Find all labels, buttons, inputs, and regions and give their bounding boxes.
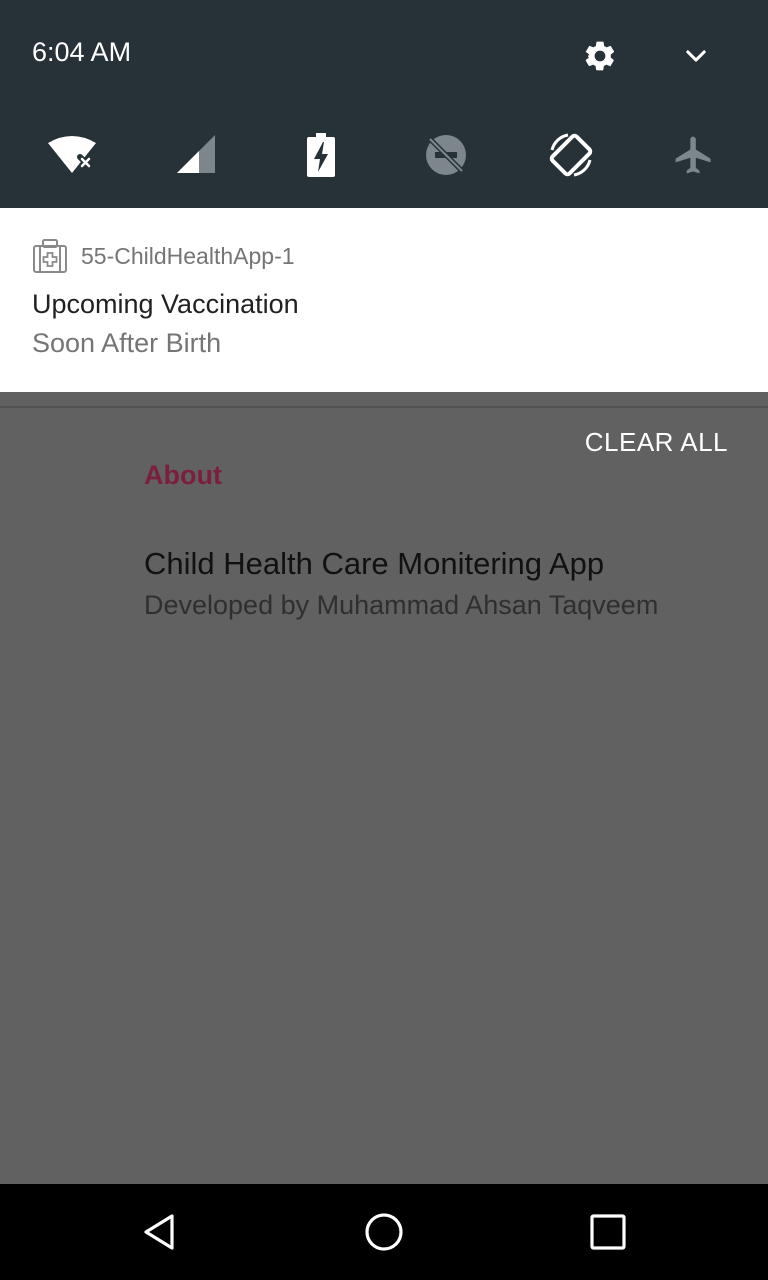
app-divider — [0, 406, 768, 408]
chevron-down-icon — [686, 50, 706, 62]
notification-card[interactable]: 55-ChildHealthApp-1 Upcoming Vaccination… — [0, 208, 768, 392]
do-not-disturb-off-icon — [426, 135, 466, 175]
quick-settings-shade: 6:04 AM — [0, 0, 768, 208]
home-circle-icon — [365, 1213, 403, 1251]
first-aid-kit-icon — [33, 239, 67, 273]
do-not-disturb-tile[interactable] — [420, 129, 472, 181]
airplane-mode-tile[interactable] — [668, 129, 720, 181]
notification-title: Upcoming Vaccination — [32, 289, 299, 319]
cellular-signal-icon — [177, 135, 215, 173]
auto-rotate-icon — [549, 133, 593, 177]
app-developer-credit: Developed by Muhammad Ahsan Taqveem — [144, 590, 659, 620]
clock: 6:04 AM — [32, 37, 132, 67]
auto-rotate-tile[interactable] — [545, 129, 597, 181]
gear-icon — [585, 41, 615, 71]
expand-button[interactable] — [676, 36, 716, 76]
navigation-bar — [0, 1184, 768, 1280]
back-triangle-icon — [144, 1214, 174, 1250]
back-button[interactable] — [136, 1208, 184, 1256]
notification-text: Soon After Birth — [32, 328, 222, 358]
section-header-about: About — [144, 460, 222, 490]
wifi-off-icon — [48, 136, 96, 173]
settings-button[interactable] — [580, 36, 620, 76]
battery-charging-icon — [307, 133, 335, 177]
recents-square-icon — [590, 1214, 626, 1250]
wifi-tile[interactable] — [46, 129, 98, 181]
notification-app-name: 55-ChildHealthApp-1 — [81, 243, 295, 269]
airplane-mode-icon — [675, 136, 711, 174]
app-title: Child Health Care Monitering App — [144, 546, 605, 581]
recents-button[interactable] — [584, 1208, 632, 1256]
clear-all-button[interactable]: CLEAR ALL — [585, 426, 728, 458]
cellular-tile[interactable] — [170, 129, 222, 181]
home-button[interactable] — [360, 1208, 408, 1256]
battery-tile[interactable] — [295, 129, 347, 181]
